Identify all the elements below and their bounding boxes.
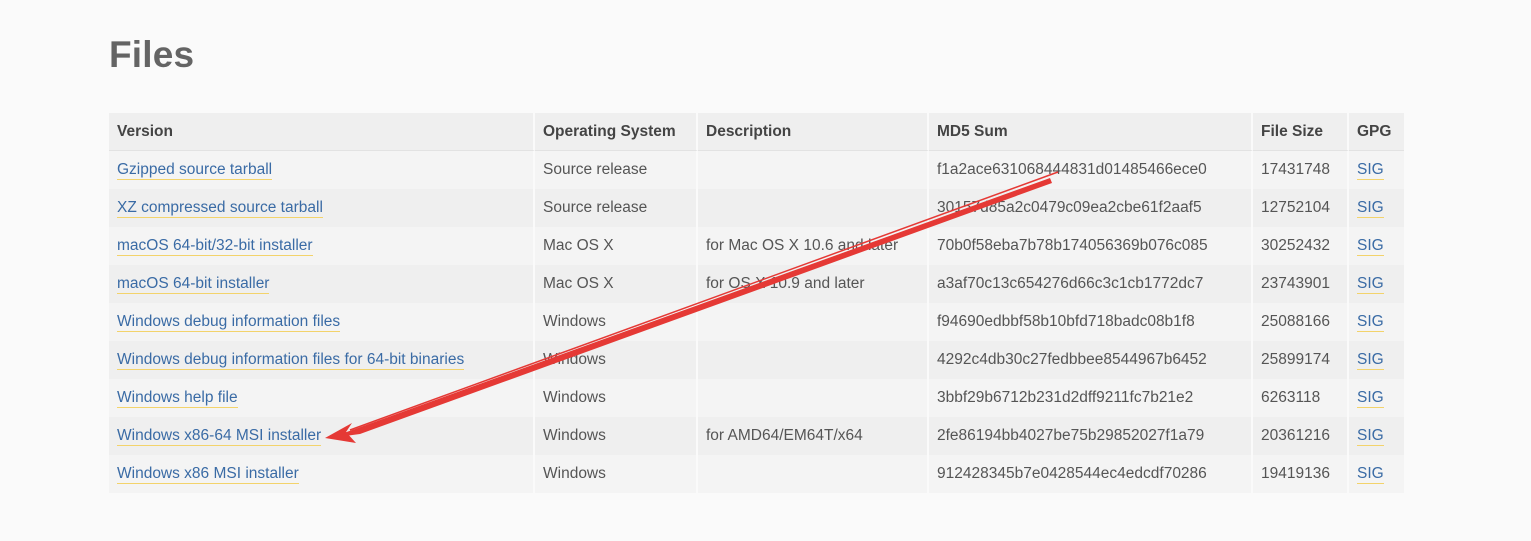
file-size-cell: 30252432 xyxy=(1253,227,1349,265)
table-row: macOS 64-bit installer Mac OS Xfor OS X 1… xyxy=(109,265,1404,303)
table-row: Windows help file Windows 3bbf29b6712b231d… xyxy=(109,379,1404,417)
version-link[interactable]: Windows debug information files xyxy=(117,313,341,332)
version-link[interactable]: Windows x86-64 MSI installer xyxy=(117,427,322,446)
table-row: Windows x86-64 MSI installer Windows for A… xyxy=(109,417,1404,455)
table-row: Gzipped source tarball Source release f1a2… xyxy=(109,151,1404,189)
files-table: Version Operating System Description MD5… xyxy=(109,113,1404,493)
description-cell xyxy=(698,151,929,189)
file-size-cell: 12752104 xyxy=(1253,189,1349,227)
description-cell xyxy=(698,379,929,417)
version-link[interactable]: XZ compressed source tarball xyxy=(117,199,323,218)
file-size-cell: 25088166 xyxy=(1253,303,1349,341)
description-cell xyxy=(698,189,929,227)
file-size-cell: 17431748 xyxy=(1253,151,1349,189)
gpg-cell: SIG xyxy=(1349,265,1404,303)
sig-link[interactable]: SIG xyxy=(1357,389,1384,408)
gpg-cell: SIG xyxy=(1349,417,1404,455)
os-cell: Windows xyxy=(535,455,698,493)
version-cell: Windows debug information files for 64-b… xyxy=(109,341,535,379)
os-cell: Mac OS X xyxy=(535,227,698,265)
md5-cell: 4292c4db30c27fedbbee8544967b6452 xyxy=(929,341,1253,379)
header-description: Description xyxy=(698,113,929,151)
version-cell: Gzipped source tarball xyxy=(109,151,535,189)
sig-link[interactable]: SIG xyxy=(1357,427,1384,446)
md5-cell: 70b0f58eba7b78b174056369b076c085 xyxy=(929,227,1253,265)
table-row: XZ compressed source tarball Source relea… xyxy=(109,189,1404,227)
header-gpg: GPG xyxy=(1349,113,1404,151)
table-header-row: Version Operating System Description MD5… xyxy=(109,113,1404,151)
table-row: Windows x86 MSI installer Windows 91242834… xyxy=(109,455,1404,493)
os-cell: Windows xyxy=(535,341,698,379)
gpg-cell: SIG xyxy=(1349,227,1404,265)
gpg-cell: SIG xyxy=(1349,341,1404,379)
gpg-cell: SIG xyxy=(1349,303,1404,341)
header-operating-system: Operating System xyxy=(535,113,698,151)
description-cell xyxy=(698,303,929,341)
md5-cell: 2fe86194bb4027be75b29852027f1a79 xyxy=(929,417,1253,455)
gpg-cell: SIG xyxy=(1349,189,1404,227)
version-cell: XZ compressed source tarball xyxy=(109,189,535,227)
version-link[interactable]: macOS 64-bit/32-bit installer xyxy=(117,237,313,256)
header-file-size: File Size xyxy=(1253,113,1349,151)
file-size-cell: 23743901 xyxy=(1253,265,1349,303)
version-cell: Windows x86-64 MSI installer xyxy=(109,417,535,455)
description-cell: for AMD64/EM64T/x64 xyxy=(698,417,929,455)
version-cell: Windows x86 MSI installer xyxy=(109,455,535,493)
file-size-cell: 20361216 xyxy=(1253,417,1349,455)
description-cell: for OS X 10.9 and later xyxy=(698,265,929,303)
os-cell: Windows xyxy=(535,417,698,455)
header-md5-sum: MD5 Sum xyxy=(929,113,1253,151)
sig-link[interactable]: SIG xyxy=(1357,275,1384,294)
gpg-cell: SIG xyxy=(1349,151,1404,189)
description-cell xyxy=(698,341,929,379)
description-cell: for Mac OS X 10.6 and later xyxy=(698,227,929,265)
table-row: Windows debug information files Windows f9… xyxy=(109,303,1404,341)
md5-cell: 3bbf29b6712b231d2dff9211fc7b21e2 xyxy=(929,379,1253,417)
version-link[interactable]: Windows help file xyxy=(117,389,238,408)
sig-link[interactable]: SIG xyxy=(1357,237,1384,256)
os-cell: Source release xyxy=(535,151,698,189)
version-link[interactable]: Windows x86 MSI installer xyxy=(117,465,299,484)
version-link[interactable]: macOS 64-bit installer xyxy=(117,275,270,294)
gpg-cell: SIG xyxy=(1349,379,1404,417)
file-size-cell: 25899174 xyxy=(1253,341,1349,379)
version-cell: macOS 64-bit installer xyxy=(109,265,535,303)
header-version: Version xyxy=(109,113,535,151)
version-cell: Windows help file xyxy=(109,379,535,417)
md5-cell: 912428345b7e0428544ec4edcdf70286 xyxy=(929,455,1253,493)
file-size-cell: 6263118 xyxy=(1253,379,1349,417)
sig-link[interactable]: SIG xyxy=(1357,199,1384,218)
sig-link[interactable]: SIG xyxy=(1357,161,1384,180)
gpg-cell: SIG xyxy=(1349,455,1404,493)
md5-cell: a3af70c13c654276d66c3c1cb1772dc7 xyxy=(929,265,1253,303)
table-row: Windows debug information files for 64-b… xyxy=(109,341,1404,379)
version-link[interactable]: Windows debug information files for 64-b… xyxy=(117,351,465,370)
md5-cell: f94690edbbf58b10bfd718badc08b1f8 xyxy=(929,303,1253,341)
version-cell: macOS 64-bit/32-bit installer xyxy=(109,227,535,265)
table-row: macOS 64-bit/32-bit installer Mac OS Xfor… xyxy=(109,227,1404,265)
md5-cell: f1a2ace631068444831d01485466ece0 xyxy=(929,151,1253,189)
os-cell: Mac OS X xyxy=(535,265,698,303)
sig-link[interactable]: SIG xyxy=(1357,351,1384,370)
sig-link[interactable]: SIG xyxy=(1357,313,1384,332)
version-link[interactable]: Gzipped source tarball xyxy=(117,161,273,180)
os-cell: Source release xyxy=(535,189,698,227)
md5-cell: 30157d85a2c0479c09ea2cbe61f2aaf5 xyxy=(929,189,1253,227)
page-title: Files xyxy=(109,34,195,75)
version-cell: Windows debug information files xyxy=(109,303,535,341)
os-cell: Windows xyxy=(535,303,698,341)
os-cell: Windows xyxy=(535,379,698,417)
sig-link[interactable]: SIG xyxy=(1357,465,1384,484)
description-cell xyxy=(698,455,929,493)
file-size-cell: 19419136 xyxy=(1253,455,1349,493)
